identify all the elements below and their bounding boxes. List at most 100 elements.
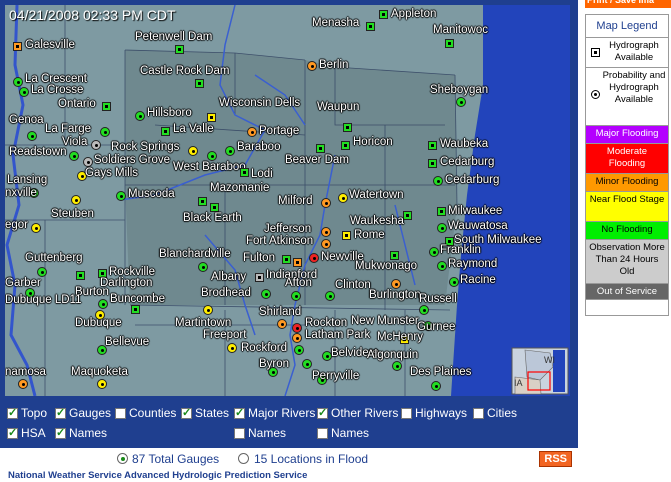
counties-checkbox[interactable]: [115, 407, 126, 419]
gauge-horicon[interactable]: [341, 141, 350, 150]
total-gauges-label: 87 Total Gauges: [132, 452, 220, 466]
gauge-burlington[interactable]: [391, 279, 401, 289]
gauge-waubeka[interactable]: [428, 141, 437, 150]
gauge-albany[interactable]: [255, 273, 264, 282]
gauge-hillsboro[interactable]: [135, 111, 145, 121]
gauge-appleton[interactable]: [379, 10, 388, 19]
gauge-newville[interactable]: [309, 253, 319, 263]
gauge-guttenberg[interactable]: [37, 267, 47, 277]
gauge-rockford-2[interactable]: [302, 359, 312, 369]
gauge-viola[interactable]: [91, 140, 101, 150]
gauge-milwaukee[interactable]: [437, 207, 446, 216]
gauge-genoa[interactable]: [27, 131, 37, 141]
gauge-raymond[interactable]: [437, 261, 447, 271]
gauge-russell[interactable]: [419, 305, 429, 315]
states-checkbox[interactable]: [181, 406, 192, 419]
gauge-galesville[interactable]: [13, 42, 22, 51]
gauge-names-checkbox[interactable]: [55, 426, 66, 439]
gauge-burton[interactable]: [76, 271, 85, 280]
gauge-west-baraboo[interactable]: [207, 151, 217, 161]
gauge-portage[interactable]: [247, 127, 257, 137]
gauge-waukesha[interactable]: [403, 211, 412, 220]
gauge-menasha[interactable]: [366, 22, 375, 31]
gauge-waupun[interactable]: [343, 123, 352, 132]
gauge-dubuque-ld11[interactable]: [98, 299, 108, 309]
gauge-franklin[interactable]: [429, 247, 439, 257]
gauge-fulton[interactable]: [282, 255, 291, 264]
gauge-martintown[interactable]: [203, 305, 213, 315]
total-gauges-radio[interactable]: [117, 453, 128, 464]
major-rivers-checkbox[interactable]: [234, 406, 245, 419]
gauge-afton[interactable]: [291, 291, 301, 301]
map-canvas[interactable]: 04/21/2008 02:33 PM CDT WI IA Appleton M…: [5, 5, 570, 396]
print-save-image-button[interactable]: Print / Save Ima: [585, 0, 671, 8]
major-rivers-names-checkbox[interactable]: [234, 427, 245, 439]
place-label: Wisconsin Dells: [219, 97, 301, 109]
gauge-milford[interactable]: [321, 198, 331, 208]
gauge-fulton-2[interactable]: [293, 258, 302, 267]
gauge-jefferson[interactable]: [321, 227, 331, 237]
highways-checkbox[interactable]: [401, 407, 412, 419]
gauge-la-farge[interactable]: [100, 127, 110, 137]
other-rivers-names-checkbox[interactable]: [317, 427, 328, 439]
gauge-rome[interactable]: [342, 231, 351, 240]
gauge-wauwatosa[interactable]: [437, 223, 447, 233]
gauge-rockford[interactable]: [294, 345, 304, 355]
gauge-ontario[interactable]: [102, 102, 111, 111]
gauge-muscoda[interactable]: [116, 191, 126, 201]
gauge-beaver-dam[interactable]: [316, 144, 325, 153]
place-label: Watertown: [349, 189, 404, 201]
place-label: Waubeka: [440, 138, 489, 150]
gauge-la-crescent[interactable]: [13, 77, 23, 87]
gauge-steuben[interactable]: [71, 195, 81, 205]
gauge-rockton[interactable]: [292, 323, 302, 333]
place-label: Readstown: [9, 146, 67, 158]
gauge-maquoketa[interactable]: [97, 379, 107, 389]
cities-checkbox[interactable]: [473, 407, 484, 419]
gauge-la-valle[interactable]: [161, 127, 170, 136]
gauge-fort-atkinson[interactable]: [321, 239, 331, 249]
place-label: Buncombe: [110, 293, 165, 305]
gauge-freeport[interactable]: [227, 343, 237, 353]
gauge-baraboo[interactable]: [225, 146, 235, 156]
other-rivers-checkbox[interactable]: [317, 406, 328, 419]
gauge-racine[interactable]: [449, 277, 459, 287]
gauge-rock-springs[interactable]: [188, 146, 198, 156]
gauge-lodi[interactable]: [240, 168, 249, 177]
gauge-manitowoc[interactable]: [445, 39, 454, 48]
gauge-des-plaines[interactable]: [431, 381, 441, 391]
legend-title[interactable]: Map Legend: [586, 15, 668, 38]
gauge-cedarburg-1[interactable]: [428, 159, 437, 168]
gauge-readstown[interactable]: [69, 151, 79, 161]
gauge-petenwell-dam[interactable]: [175, 45, 184, 54]
gauge-mcgregor[interactable]: [31, 223, 41, 233]
place-label: Bellevue: [105, 336, 150, 348]
hsa-checkbox[interactable]: [7, 426, 18, 439]
gauge-anamosa[interactable]: [18, 379, 28, 389]
gauge-castle-rock-dam[interactable]: [195, 79, 204, 88]
rss-button[interactable]: RSS: [539, 451, 572, 467]
gauge-wisconsin-dells[interactable]: [207, 113, 216, 122]
place-label: New Munster: [351, 315, 419, 327]
in-flood-radio[interactable]: [238, 453, 249, 464]
gauge-mazomanie[interactable]: [198, 197, 207, 206]
gauge-sheboygan[interactable]: [456, 97, 466, 107]
gauge-blanchardville[interactable]: [198, 262, 208, 272]
gauge-mukwonago-2[interactable]: [390, 251, 399, 260]
gauge-berlin[interactable]: [307, 61, 317, 71]
gauge-clinton[interactable]: [325, 291, 335, 301]
topo-checkbox[interactable]: [7, 406, 18, 419]
gauge-latham-park[interactable]: [292, 333, 302, 343]
gauge-mazomanie-2[interactable]: [210, 203, 219, 212]
gauges-checkbox[interactable]: [55, 406, 66, 419]
gauge-la-crosse[interactable]: [19, 87, 29, 97]
gauge-buncombe[interactable]: [131, 305, 140, 314]
place-label: Russell: [419, 293, 457, 305]
gauge-watertown[interactable]: [338, 193, 348, 203]
gauge-shirland[interactable]: [277, 319, 287, 329]
gauge-cedarburg-2[interactable]: [433, 176, 443, 186]
gauge-soldiers-grove[interactable]: [83, 157, 93, 167]
gauge-algonquin[interactable]: [392, 361, 402, 371]
gauge-brodhead[interactable]: [261, 289, 271, 299]
place-label: Rockton: [305, 317, 348, 329]
